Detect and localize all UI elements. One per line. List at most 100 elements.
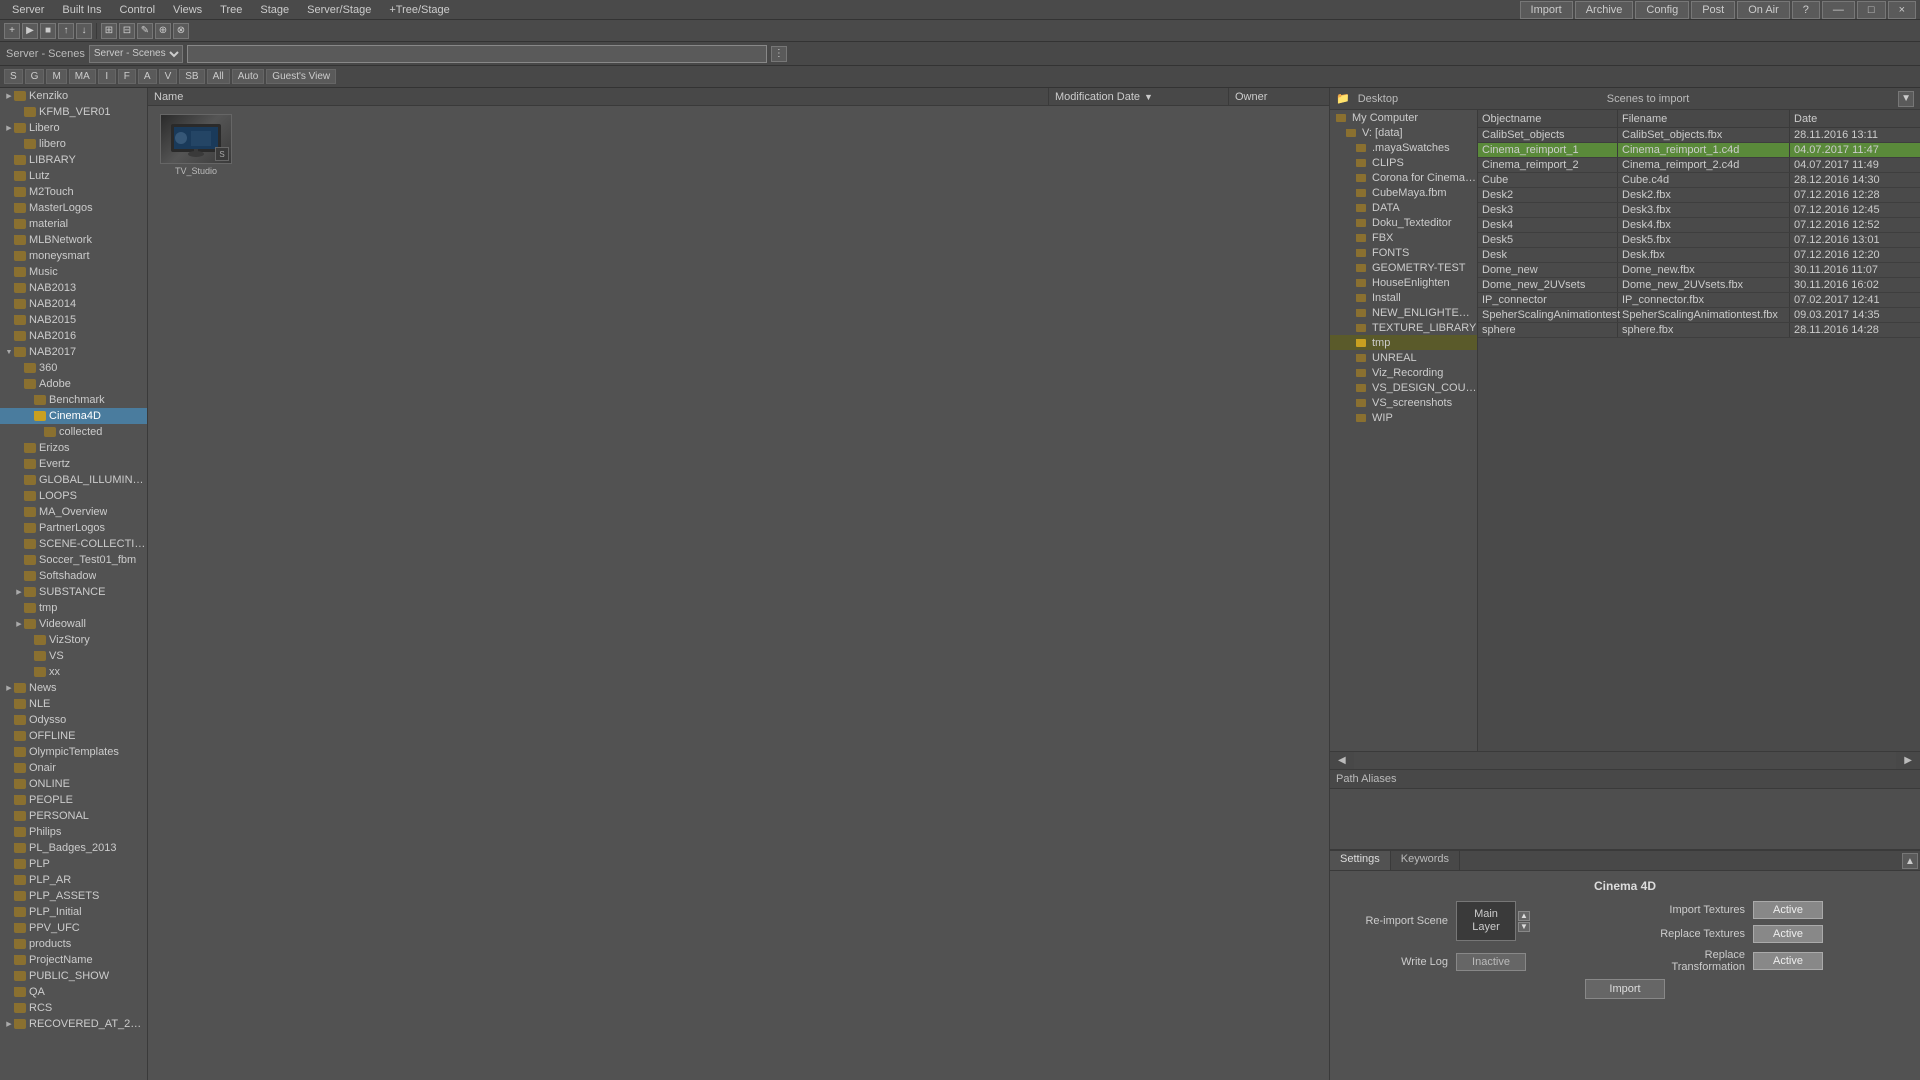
file-row[interactable]: IP_connectorIP_connector.fbx07.02.2017 1… (1478, 293, 1920, 308)
onair-button[interactable]: On Air (1737, 1, 1790, 19)
post-button[interactable]: Post (1691, 1, 1735, 19)
tree-item[interactable]: Erizos (0, 440, 147, 456)
tree-item[interactable]: Evertz (0, 456, 147, 472)
folder-tree-item[interactable]: TEXTURE_LIBRARY (1330, 320, 1477, 335)
tree-item[interactable]: MLBNetwork (0, 232, 147, 248)
import-textures-btn[interactable]: Active (1753, 901, 1823, 919)
menu-control[interactable]: Control (112, 2, 163, 18)
folder-tree-item[interactable]: Doku_Texteditor (1330, 215, 1477, 230)
tree-item[interactable]: NAB2013 (0, 280, 147, 296)
tree-item[interactable]: ▶News (0, 680, 147, 696)
toolbar-btn3[interactable]: ■ (40, 23, 56, 39)
replace-textures-btn[interactable]: Active (1753, 925, 1823, 943)
help-button[interactable]: ? (1792, 1, 1820, 19)
tree-item[interactable]: VizStory (0, 632, 147, 648)
tree-item[interactable]: Cinema4D (0, 408, 147, 424)
filter-v[interactable]: V (159, 69, 178, 84)
close-button[interactable]: × (1888, 1, 1916, 19)
filter-auto[interactable]: Auto (232, 69, 265, 84)
folder-tree-item[interactable]: HouseEnlighten (1330, 275, 1477, 290)
tree-item[interactable]: PL_Badges_2013 (0, 840, 147, 856)
tree-item[interactable]: ▶Libero (0, 120, 147, 136)
toolbar-add-btn[interactable]: + (4, 23, 20, 39)
tree-item[interactable]: PLP_AR (0, 872, 147, 888)
tree-item[interactable]: MA_Overview (0, 504, 147, 520)
file-browser-dropdown[interactable]: ▼ (1898, 91, 1914, 107)
tree-item[interactable]: OFFLINE (0, 728, 147, 744)
tree-item[interactable]: ▼NAB2017 (0, 344, 147, 360)
file-row[interactable]: Cinema_reimport_2Cinema_reimport_2.c4d04… (1478, 158, 1920, 173)
tree-item[interactable]: PLP_Initial (0, 904, 147, 920)
file-row[interactable]: Dome_new_2UVsetsDome_new_2UVsets.fbx30.1… (1478, 278, 1920, 293)
menu-tree[interactable]: Tree (212, 2, 250, 18)
nav-right[interactable]: ▶ (1896, 755, 1920, 766)
tree-item[interactable]: OlympicTemplates (0, 744, 147, 760)
folder-tree-item[interactable]: FONTS (1330, 245, 1477, 260)
tree-item[interactable]: ▶Kenziko (0, 88, 147, 104)
tree-item[interactable]: PUBLIC_SHOW (0, 968, 147, 984)
toolbar-btn5[interactable]: ↓ (76, 23, 92, 39)
toolbar-btn6[interactable]: ⊞ (101, 23, 117, 39)
file-row[interactable]: Cinema_reimport_1Cinema_reimport_1.c4d04… (1478, 143, 1920, 158)
file-row[interactable]: CubeCube.c4d28.12.2016 14:30 (1478, 173, 1920, 188)
folder-tree-item[interactable]: Corona for Cinema4D s (1330, 170, 1477, 185)
tree-item[interactable]: Softshadow (0, 568, 147, 584)
folder-tree-item[interactable]: My Computer (1330, 110, 1477, 125)
folder-tree-item[interactable]: tmp (1330, 335, 1477, 350)
sort-arrow[interactable]: ▼ (1144, 92, 1153, 102)
file-row[interactable]: Desk2Desk2.fbx07.12.2016 12:28 (1478, 188, 1920, 203)
tree-item[interactable]: Philips (0, 824, 147, 840)
maximize-button[interactable]: □ (1857, 1, 1886, 19)
tree-item[interactable]: PartnerLogos (0, 520, 147, 536)
file-row[interactable]: Desk4Desk4.fbx07.12.2016 12:52 (1478, 218, 1920, 233)
tree-item[interactable]: ONLINE (0, 776, 147, 792)
tree-item[interactable]: ProjectName (0, 952, 147, 968)
menu-treestage[interactable]: +Tree/Stage (381, 2, 457, 18)
tree-item[interactable]: PLP_ASSETS (0, 888, 147, 904)
settings-expand-btn[interactable]: ▲ (1902, 853, 1918, 869)
folder-tree-item[interactable]: V: [data] (1330, 125, 1477, 140)
filter-ma[interactable]: MA (69, 69, 96, 84)
scenes-dropdown[interactable]: Server - Scenes (89, 45, 183, 63)
tree-item[interactable]: ▶SUBSTANCE (0, 584, 147, 600)
file-row[interactable]: DeskDesk.fbx07.12.2016 12:20 (1478, 248, 1920, 263)
tree-item[interactable]: Soccer_Test01_fbm (0, 552, 147, 568)
tree-item[interactable]: SCENE-COLLECTIO... (0, 536, 147, 552)
file-row[interactable]: Desk3Desk3.fbx07.12.2016 12:45 (1478, 203, 1920, 218)
filter-all[interactable]: All (207, 69, 230, 84)
tree-item[interactable]: xx (0, 664, 147, 680)
import-button[interactable]: Import (1520, 1, 1573, 19)
filter-i[interactable]: I (98, 69, 116, 84)
scene-thumb-tvstudio[interactable]: S TV_Studio (156, 114, 236, 176)
tree-item[interactable]: Adobe (0, 376, 147, 392)
file-row[interactable]: SpeherScalingAnimationtestSpeherScalingA… (1478, 308, 1920, 323)
tree-item[interactable]: Benchmark (0, 392, 147, 408)
tree-item[interactable]: tmp (0, 600, 147, 616)
toolbar-btn2[interactable]: ▶ (22, 23, 38, 39)
cinema4d-import-btn[interactable]: Import (1585, 979, 1665, 999)
tree-item[interactable]: PEOPLE (0, 792, 147, 808)
tree-item[interactable]: material (0, 216, 147, 232)
layer-down-arrow[interactable]: ▼ (1518, 922, 1530, 932)
filter-g[interactable]: G (25, 69, 45, 84)
scenes-settings-btn[interactable]: ⋮ (771, 46, 787, 62)
toolbar-btn10[interactable]: ⊗ (173, 23, 189, 39)
tree-item[interactable]: GLOBAL_ILLUMINAT... (0, 472, 147, 488)
menu-views[interactable]: Views (165, 2, 210, 18)
tree-item[interactable]: QA (0, 984, 147, 1000)
filter-f[interactable]: F (118, 69, 136, 84)
folder-tree-item[interactable]: Install (1330, 290, 1477, 305)
folder-tree-item[interactable]: .mayaSwatches (1330, 140, 1477, 155)
toolbar-btn4[interactable]: ↑ (58, 23, 74, 39)
tree-item[interactable]: NAB2016 (0, 328, 147, 344)
tree-item[interactable]: PPV_UFC (0, 920, 147, 936)
tree-item[interactable]: ▶RECOVERED_AT_2013... (0, 1016, 147, 1032)
folder-tree-item[interactable]: WIP (1330, 410, 1477, 425)
tree-item[interactable]: PLP (0, 856, 147, 872)
tree-item[interactable]: RCS (0, 1000, 147, 1016)
write-log-btn[interactable]: Inactive (1456, 953, 1526, 971)
tree-item[interactable]: NAB2014 (0, 296, 147, 312)
toolbar-btn7[interactable]: ⊟ (119, 23, 135, 39)
tree-item[interactable]: moneysmart (0, 248, 147, 264)
tree-item[interactable]: products (0, 936, 147, 952)
